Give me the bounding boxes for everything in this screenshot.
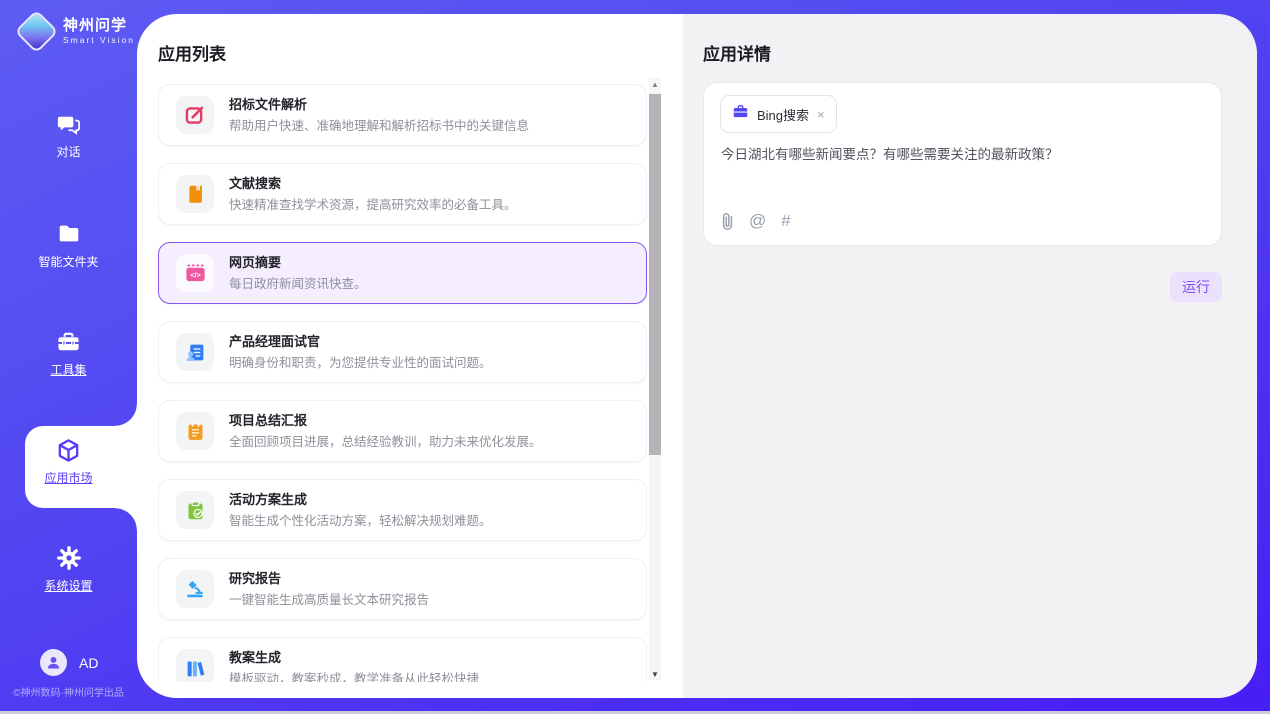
app-card-description: 帮助用户快速、准确地理解和解析招标书中的关键信息 xyxy=(229,119,529,134)
tool-tag-bing-search[interactable]: Bing搜索 × xyxy=(720,95,837,133)
sidebar-item-folder[interactable]: 智能文件夹 xyxy=(0,220,137,270)
sidebar-item-label: 应用市场 xyxy=(44,469,92,486)
app-card-description: 一键智能生成高质量长文本研究报告 xyxy=(229,593,429,608)
books-icon xyxy=(176,649,214,682)
app-card[interactable]: 活动方案生成智能生成个性化活动方案，轻松解决规划难题。 xyxy=(158,479,647,541)
app-card[interactable]: 教案生成模板驱动，教案秒成，教学准备从此轻松快捷 xyxy=(158,637,647,682)
chat-icon xyxy=(55,110,83,138)
main-panel: 应用列表 招标文件解析帮助用户快速、准确地理解和解析招标书中的关键信息文献搜索快… xyxy=(137,14,1257,698)
app-card-title: 项目总结汇报 xyxy=(229,414,542,427)
book-icon xyxy=(176,175,214,213)
at-icon[interactable]: @ xyxy=(749,211,766,231)
scrollbar-thumb[interactable] xyxy=(649,94,661,455)
sidebar-item-label: 系统设置 xyxy=(44,577,92,594)
run-button[interactable]: 运行 xyxy=(1170,272,1222,302)
sidebar-item-cube[interactable]: 应用市场 xyxy=(0,436,137,486)
app-card-description: 明确身份和职责，为您提供专业性的面试问题。 xyxy=(229,356,492,371)
app-card-title: 文献搜索 xyxy=(229,177,517,190)
app-card[interactable]: 文献搜索快速精准查找学术资源，提高研究效率的必备工具。 xyxy=(158,163,647,225)
app-card-title: 活动方案生成 xyxy=(229,493,492,506)
briefcase-icon xyxy=(732,103,749,125)
sidebar-item-gear[interactable]: 系统设置 xyxy=(0,544,137,594)
app-list-title: 应用列表 xyxy=(158,40,226,65)
hash-icon[interactable]: # xyxy=(781,211,790,231)
app-card-title: 教案生成 xyxy=(229,651,479,664)
app-card-description: 全面回顾项目进展，总结经验教训，助力未来优化发展。 xyxy=(229,435,542,450)
tool-tag-close-icon[interactable]: × xyxy=(817,108,825,121)
app-detail-pane: 应用详情 Bing搜索 × 今日湖北有哪些新闻要点？有哪些需要关注的最新政策？ … xyxy=(683,14,1257,698)
copyright-text: ©神州数码·神州问学出品 xyxy=(0,684,137,699)
app-card-description: 模板驱动，教案秒成，教学准备从此轻松快捷 xyxy=(229,672,479,683)
user-account[interactable]: AD xyxy=(40,649,98,676)
app-card-title: 网页摘要 xyxy=(229,256,367,269)
app-card-description: 每日政府新闻资讯快查。 xyxy=(229,277,367,292)
app-detail-title: 应用详情 xyxy=(703,40,771,65)
microscope-icon xyxy=(176,570,214,608)
brand-tagline: Smart Vision xyxy=(63,36,135,45)
notepad-icon xyxy=(176,412,214,450)
sidebar-item-chat[interactable]: 对话 xyxy=(0,110,137,160)
sidebar-item-toolbox[interactable]: 工具集 xyxy=(0,328,137,378)
clipboard-check-icon xyxy=(176,491,214,529)
person-icon xyxy=(45,654,62,671)
attachment-toolbar: @# xyxy=(721,211,791,231)
app-card-description: 快速精准查找学术资源，提高研究效率的必备工具。 xyxy=(229,198,517,213)
app-card[interactable]: 项目总结汇报全面回顾项目进展，总结经验教训，助力未来优化发展。 xyxy=(158,400,647,462)
sidebar-item-label: 智能文件夹 xyxy=(38,253,98,270)
app-logo: 神州问学 Smart Vision xyxy=(18,13,135,50)
paperclip-icon[interactable] xyxy=(721,212,734,231)
app-list: 招标文件解析帮助用户快速、准确地理解和解析招标书中的关键信息文献搜索快速精准查找… xyxy=(158,84,647,682)
scrollbar-up-arrow-icon[interactable]: ▲ xyxy=(649,78,661,90)
prompt-card[interactable]: Bing搜索 × 今日湖北有哪些新闻要点？有哪些需要关注的最新政策？ @# xyxy=(703,82,1222,246)
sidebar-item-label: 工具集 xyxy=(50,361,86,378)
app-card-title: 研究报告 xyxy=(229,572,429,585)
webpage-icon: </> xyxy=(176,254,214,292)
avatar[interactable] xyxy=(40,649,67,676)
cube-icon xyxy=(55,436,83,464)
svg-text:</>: </> xyxy=(190,271,200,279)
brand-name: 神州问学 xyxy=(63,18,135,35)
app-card[interactable]: 产品经理面试官明确身份和职责，为您提供专业性的面试问题。 xyxy=(158,321,647,383)
app-card[interactable]: </> 网页摘要每日政府新闻资讯快查。 xyxy=(158,242,647,304)
brand-gem-icon xyxy=(18,13,55,50)
tool-tag-label: Bing搜索 xyxy=(757,105,809,124)
toolbox-icon xyxy=(55,328,83,356)
folder-icon xyxy=(55,220,83,248)
app-card-title: 招标文件解析 xyxy=(229,98,529,111)
scrollbar-down-arrow-icon[interactable]: ▼ xyxy=(649,668,661,680)
sidebar: 神州问学 Smart Vision 对话智能文件夹工具集应用市场系统设置 AD … xyxy=(0,0,137,714)
app-card[interactable]: 招标文件解析帮助用户快速、准确地理解和解析招标书中的关键信息 xyxy=(158,84,647,146)
app-card[interactable]: 研究报告一键智能生成高质量长文本研究报告 xyxy=(158,558,647,620)
app-list-scrollbar[interactable]: ▲ ▼ xyxy=(649,78,661,680)
gear-icon xyxy=(55,544,83,572)
edit-doc-icon xyxy=(176,96,214,134)
app-card-title: 产品经理面试官 xyxy=(229,335,492,348)
query-text[interactable]: 今日湖北有哪些新闻要点？有哪些需要关注的最新政策？ xyxy=(721,145,1205,165)
app-card-description: 智能生成个性化活动方案，轻松解决规划难题。 xyxy=(229,514,492,529)
interviewer-icon xyxy=(176,333,214,371)
user-initials: AD xyxy=(79,655,98,671)
sidebar-item-label: 对话 xyxy=(56,143,80,160)
